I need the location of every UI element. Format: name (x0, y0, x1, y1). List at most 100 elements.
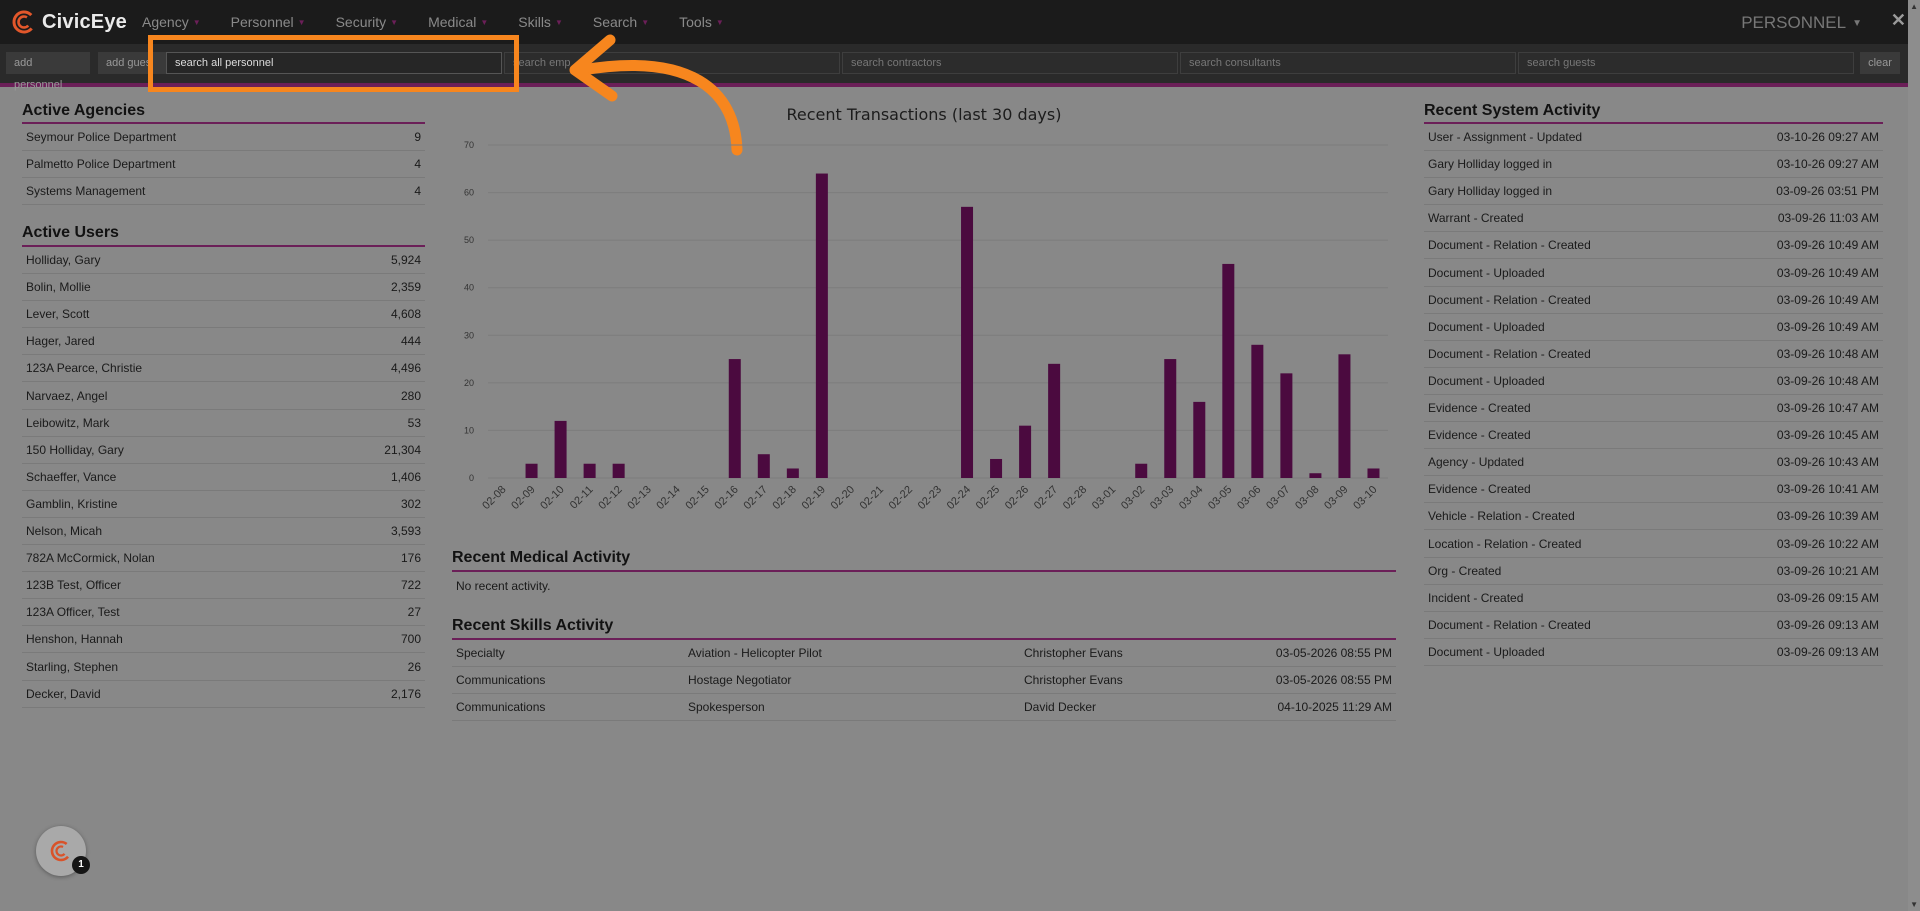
system-activity-row[interactable]: Vehicle - Relation - Created 03-09-26 10:… (1424, 503, 1883, 531)
user-count: 2,176 (390, 686, 421, 701)
search-contractors-input[interactable]: search contractors (842, 52, 1178, 74)
system-activity-row[interactable]: Document - Relation - Created 03-09-26 10… (1424, 232, 1883, 260)
chart-bar[interactable] (583, 463, 596, 478)
user-row[interactable]: 123A Pearce, Christie 4,496 (22, 355, 425, 383)
user-row[interactable]: Hager, Jared 444 (22, 328, 425, 356)
activity-time: 03-09-26 10:48 AM (1776, 373, 1879, 388)
agency-count: 4 (414, 184, 421, 198)
system-activity-row[interactable]: Evidence - Created 03-09-26 10:45 AM (1424, 422, 1883, 450)
system-activity-row[interactable]: Evidence - Created 03-09-26 10:47 AM (1424, 395, 1883, 422)
skill-date: 03-05-2026 08:55 PM (1275, 673, 1392, 687)
chart-bar[interactable] (757, 454, 770, 478)
section-menu[interactable]: PERSONNEL ▼ (1741, 13, 1862, 33)
activity-event: Org - Created (1428, 563, 1502, 578)
activity-time: 03-09-26 10:49 AM (1776, 265, 1879, 280)
chart-bar[interactable] (1222, 263, 1235, 478)
chart-bar[interactable] (1309, 473, 1322, 478)
user-count: 5,924 (390, 253, 421, 267)
chart-bar[interactable] (525, 463, 538, 478)
system-activity-row[interactable]: Document - Uploaded 03-09-26 09:13 AM (1424, 639, 1883, 666)
page-scrollbar[interactable]: ▲ ▼ (1908, 0, 1920, 911)
user-row[interactable]: 150 Holliday, Gary 21,304 (22, 437, 425, 464)
user-row[interactable]: Narvaez, Angel 280 (22, 383, 425, 410)
chart-bar[interactable] (815, 173, 828, 478)
chart-bar[interactable] (990, 458, 1003, 478)
agency-row[interactable]: Seymour Police Department 9 (22, 124, 425, 151)
activity-time: 03-09-26 10:47 AM (1776, 401, 1879, 415)
system-activity-row[interactable]: Document - Relation - Created 03-09-26 10… (1424, 341, 1883, 368)
chart-bar[interactable] (1280, 373, 1293, 478)
user-row[interactable]: Schaeffer, Vance 1,406 (22, 464, 425, 491)
user-count: 3,593 (390, 524, 421, 538)
recent-skills-title: Recent Skills Activity (452, 617, 614, 634)
system-activity-row[interactable]: Agency - Updated 03-09-26 10:43 AM (1424, 449, 1883, 477)
user-count: 444 (400, 334, 421, 349)
user-row[interactable]: Leibowitz, Mark 53 (22, 410, 425, 437)
x-tick-label: 02-08 (480, 484, 508, 512)
search-consultants-input[interactable]: search consultants (1180, 52, 1516, 74)
clear-button[interactable]: clear (1860, 52, 1900, 74)
system-activity-row[interactable]: Gary Holliday logged in 03-09-26 03:51 PM (1424, 178, 1883, 206)
system-activity-row[interactable]: Org - Created 03-09-26 10:21 AM (1424, 558, 1883, 585)
activity-time: 03-09-26 11:03 AM (1777, 211, 1879, 226)
skill-date: 04-10-2025 11:29 AM (1277, 700, 1392, 714)
user-row[interactable]: 123A Officer, Test 27 (22, 599, 425, 627)
chart-bar[interactable] (728, 359, 741, 478)
user-row[interactable]: Decker, David 2,176 (22, 681, 425, 708)
system-activity-row[interactable]: Document - Uploaded 03-09-26 10:49 AM (1424, 260, 1883, 287)
chart-bar[interactable] (786, 468, 799, 478)
user-row[interactable]: Henshon, Hannah 700 (22, 626, 425, 654)
close-icon[interactable]: ✕ (1891, 10, 1906, 31)
activity-event: Document - Uploaded (1428, 373, 1545, 388)
system-activity-row[interactable]: Document - Relation - Created 03-09-26 10… (1424, 287, 1883, 314)
user-row[interactable]: Bolin, Mollie 2,359 (22, 274, 425, 302)
activity-event: Document - Relation - Created (1428, 617, 1591, 632)
system-activity-row[interactable]: Document - Relation - Created 03-09-26 09… (1424, 612, 1883, 639)
skill-row[interactable]: Communications Hostage Negotiator Christop… (452, 667, 1396, 694)
user-row[interactable]: Gamblin, Kristine 302 (22, 491, 425, 518)
chart-bar[interactable] (961, 206, 974, 478)
chart-bar[interactable] (612, 463, 625, 478)
user-row[interactable]: 123B Test, Officer 722 (22, 572, 425, 600)
skill-person: Christopher Evans (1024, 673, 1123, 687)
scroll-down-icon[interactable]: ▼ (1910, 900, 1918, 909)
system-activity-row[interactable]: Incident - Created 03-09-26 09:15 AM (1424, 585, 1883, 612)
x-tick-label: 03-06 (1235, 484, 1263, 512)
system-activity-row[interactable]: Location - Relation - Created 03-09-26 10… (1424, 531, 1883, 558)
skill-row[interactable]: Communications Spokesperson David Decker 04… (452, 694, 1396, 721)
chart-bar[interactable] (1135, 463, 1148, 478)
search-guests-input[interactable]: search guests (1518, 52, 1854, 74)
chart-bar[interactable] (1338, 354, 1351, 478)
system-activity-row[interactable]: Document - Uploaded 03-09-26 10:49 AM (1424, 314, 1883, 341)
user-row[interactable]: Starling, Stephen 26 (22, 654, 425, 681)
user-row[interactable]: Lever, Scott 4,608 (22, 301, 425, 329)
user-name: Starling, Stephen (26, 659, 119, 674)
system-activity-row[interactable]: Warrant - Created 03-09-26 11:03 AM (1424, 205, 1883, 233)
activity-event: Agency - Updated (1428, 455, 1525, 470)
user-row[interactable]: Holliday, Gary 5,924 (22, 247, 425, 274)
chart-bar[interactable] (1019, 425, 1032, 478)
system-activity-row[interactable]: Gary Holliday logged in 03-10-26 09:27 AM (1424, 151, 1883, 179)
chart-bar[interactable] (1367, 468, 1380, 478)
system-activity-row[interactable]: Document - Uploaded 03-09-26 10:48 AM (1424, 368, 1883, 395)
x-tick-label: 03-09 (1322, 484, 1350, 512)
user-name: 782A McCormick, Nolan (26, 551, 155, 566)
x-tick-label: 03-03 (1148, 484, 1176, 512)
scroll-up-icon[interactable]: ▲ (1910, 2, 1918, 11)
system-activity-row[interactable]: User - Assignment - Updated 03-10-26 09:2… (1424, 124, 1883, 151)
skill-row[interactable]: Specialty Aviation - Helicopter Pilot Chri… (452, 640, 1396, 667)
agency-row[interactable]: Palmetto Police Department 4 (22, 151, 425, 178)
user-row[interactable]: 782A McCormick, Nolan 176 (22, 545, 425, 573)
y-tick-label: 0 (469, 473, 474, 483)
system-activity-row[interactable]: Evidence - Created 03-09-26 10:41 AM (1424, 476, 1883, 504)
x-tick-label: 02-18 (771, 484, 799, 512)
chart-bar[interactable] (1048, 363, 1061, 478)
agency-row[interactable]: Systems Management 4 (22, 178, 425, 205)
activity-time: 03-09-26 10:39 AM (1776, 509, 1879, 524)
chart-bar[interactable] (1164, 359, 1177, 478)
chart-bar[interactable] (1193, 401, 1206, 478)
chart-bar[interactable] (554, 420, 567, 478)
y-tick-label: 10 (464, 425, 474, 435)
user-row[interactable]: Nelson, Micah 3,593 (22, 518, 425, 545)
chart-bar[interactable] (1251, 344, 1264, 478)
